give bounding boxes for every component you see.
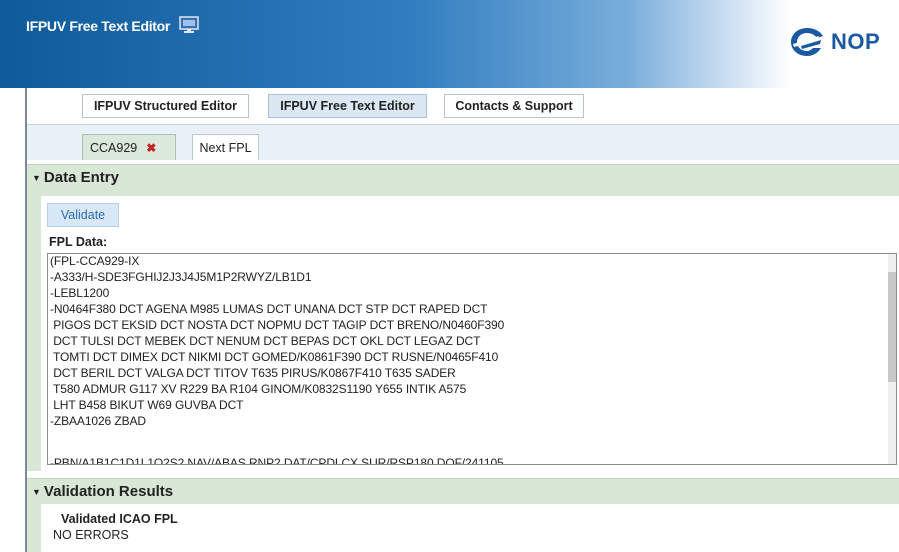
fpl-line: (FPL-CCA929-IX	[50, 254, 140, 268]
caret-down-icon: ▼	[32, 486, 41, 497]
app-header: IFPUV Free Text Editor NOP	[0, 0, 899, 88]
validate-label: Validate	[60, 208, 106, 222]
fpl-tab-next[interactable]: Next FPL	[192, 134, 259, 160]
validation-results-header[interactable]: ▼ Validation Results	[27, 478, 899, 504]
fpl-tab-cca929[interactable]: CCA929 ✖	[82, 134, 176, 160]
fpl-line: -A333/H-SDE3FGHIJ2J3J4J5M1P2RWYZ/LB1D1	[50, 270, 312, 284]
tab-contacts-support[interactable]: Contacts & Support	[444, 94, 584, 118]
tab-free-text-editor[interactable]: IFPUV Free Text Editor	[268, 94, 427, 118]
scrollbar-thumb[interactable]	[888, 272, 896, 382]
logo-mark-icon	[791, 28, 823, 56]
eurocontrol-logo: NOP	[781, 24, 899, 60]
fpl-line: -ZBAA1026 ZBAD	[50, 414, 146, 428]
tab-label: IFPUV Structured Editor	[93, 99, 238, 113]
fpl-line: PIGOS DCT EKSID DCT NOSTA DCT NOPMU DCT …	[50, 318, 505, 332]
panel-title: Data Entry	[43, 169, 119, 186]
fpl-tab-label: CCA929	[90, 140, 138, 155]
tab-label: Contacts & Support	[455, 99, 573, 113]
data-entry-header[interactable]: ▼ Data Entry	[27, 164, 899, 190]
monitor-icon[interactable]	[179, 16, 199, 34]
caret-down-icon: ▼	[32, 172, 41, 183]
main-tabs: IFPUV Structured Editor IFPUV Free Text …	[27, 88, 899, 124]
fpl-line: TOMTI DCT DIMEX DCT NIKMI DCT GOMED/K086…	[50, 350, 499, 364]
fpl-tab-label: Next FPL	[199, 140, 252, 155]
fpl-tabs: CCA929 ✖ Next FPL	[27, 125, 899, 160]
textarea-scrollbar[interactable]	[888, 254, 896, 464]
fpl-line: DCT TULSI DCT MEBEK DCT NENUM DCT BEPAS …	[50, 334, 481, 348]
fpl-line: -LEBL1200	[50, 286, 110, 300]
logo-text: NOP	[831, 29, 881, 54]
tab-label: IFPUV Free Text Editor	[280, 99, 415, 113]
fpl-data-label: FPL Data:	[49, 235, 108, 249]
close-icon[interactable]: ✖	[146, 141, 156, 155]
validate-button[interactable]: Validate	[47, 203, 119, 227]
fpl-line: T580 ADMUR G117 XV R229 BA R104 GINOM/K0…	[50, 382, 467, 396]
tab-structured-editor[interactable]: IFPUV Structured Editor	[82, 94, 249, 118]
panel-title: Validation Results	[43, 483, 174, 500]
fpl-line: -PBN/A1B1C1D1L1O2S2 NAV/ABAS RNP2 DAT/CP…	[50, 456, 504, 465]
fpl-data-textarea[interactable]: (FPL-CCA929-IX -A333/H-SDE3FGHIJ2J3J4J5M…	[47, 253, 897, 465]
validation-status: NO ERRORS	[53, 528, 129, 542]
fpl-line: -N0464F380 DCT AGENA M985 LUMAS DCT UNAN…	[50, 302, 488, 316]
fpl-line: DCT BERIL DCT VALGA DCT TITOV T635 PIRUS…	[50, 366, 456, 380]
fpl-line: LHT B458 BIKUT W69 GUVBA DCT	[50, 398, 244, 412]
app-title: IFPUV Free Text Editor	[26, 18, 171, 34]
validated-icao-fpl-heading: Validated ICAO FPL	[61, 512, 178, 526]
